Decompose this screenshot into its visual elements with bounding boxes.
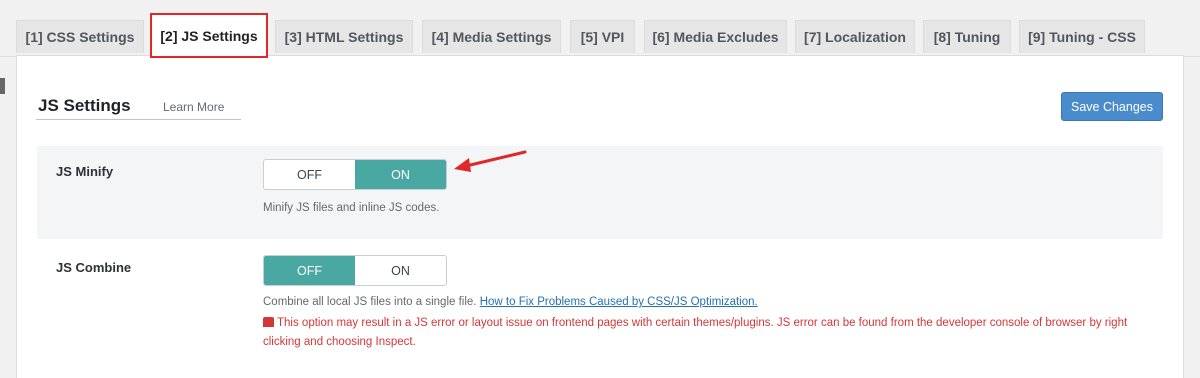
tab-tuning-css[interactable]: [9] Tuning - CSS: [1019, 20, 1145, 53]
tab-js-settings[interactable]: [2] JS Settings: [150, 13, 268, 58]
optimization-help-link[interactable]: How to Fix Problems Caused by CSS/JS Opt…: [480, 296, 758, 308]
tab-media-settings[interactable]: [4] Media Settings: [422, 20, 561, 53]
js-combine-toggle: OFF ON: [263, 255, 447, 286]
js-minify-off-option[interactable]: OFF: [264, 160, 355, 189]
tab-localization[interactable]: [7] Localization: [795, 20, 915, 53]
save-changes-button[interactable]: Save Changes: [1061, 92, 1163, 121]
warning-light-icon: [263, 317, 274, 327]
js-combine-warning-text: This option may result in a JS error or …: [263, 317, 1128, 348]
settings-tabbar: [1] CSS Settings [2] JS Settings [3] HTM…: [0, 0, 1200, 58]
tab-html-settings[interactable]: [3] HTML Settings: [275, 20, 413, 53]
js-minify-toggle: OFF ON: [263, 159, 447, 190]
section-title: JS Settings: [38, 96, 131, 115]
tab-vpi[interactable]: [5] VPI: [570, 20, 635, 53]
js-combine-on-option[interactable]: ON: [355, 256, 446, 285]
title-divider: [36, 119, 241, 120]
js-combine-off-option[interactable]: OFF: [264, 256, 355, 285]
tab-media-excludes[interactable]: [6] Media Excludes: [644, 20, 787, 53]
tab-tuning[interactable]: [8] Tuning: [923, 20, 1011, 53]
learn-more-link[interactable]: Learn More: [163, 100, 224, 114]
js-minify-label: JS Minify: [56, 164, 114, 179]
red-arrow-annotation-icon: [454, 150, 527, 172]
settings-page: [1] CSS Settings [2] JS Settings [3] HTM…: [0, 0, 1200, 378]
tab-css-settings[interactable]: [1] CSS Settings: [16, 20, 144, 53]
js-combine-description-text: Combine all local JS files into a single…: [263, 296, 477, 308]
js-minify-on-option[interactable]: ON: [355, 160, 446, 189]
js-combine-label: JS Combine: [56, 260, 132, 275]
js-minify-row: [37, 146, 1163, 239]
js-combine-warning: This option may result in a JS error or …: [263, 314, 1153, 352]
js-combine-description: Combine all local JS files into a single…: [263, 293, 758, 312]
js-minify-description: Minify JS files and inline JS codes.: [263, 202, 440, 214]
admin-sidebar-edge: [0, 78, 5, 94]
